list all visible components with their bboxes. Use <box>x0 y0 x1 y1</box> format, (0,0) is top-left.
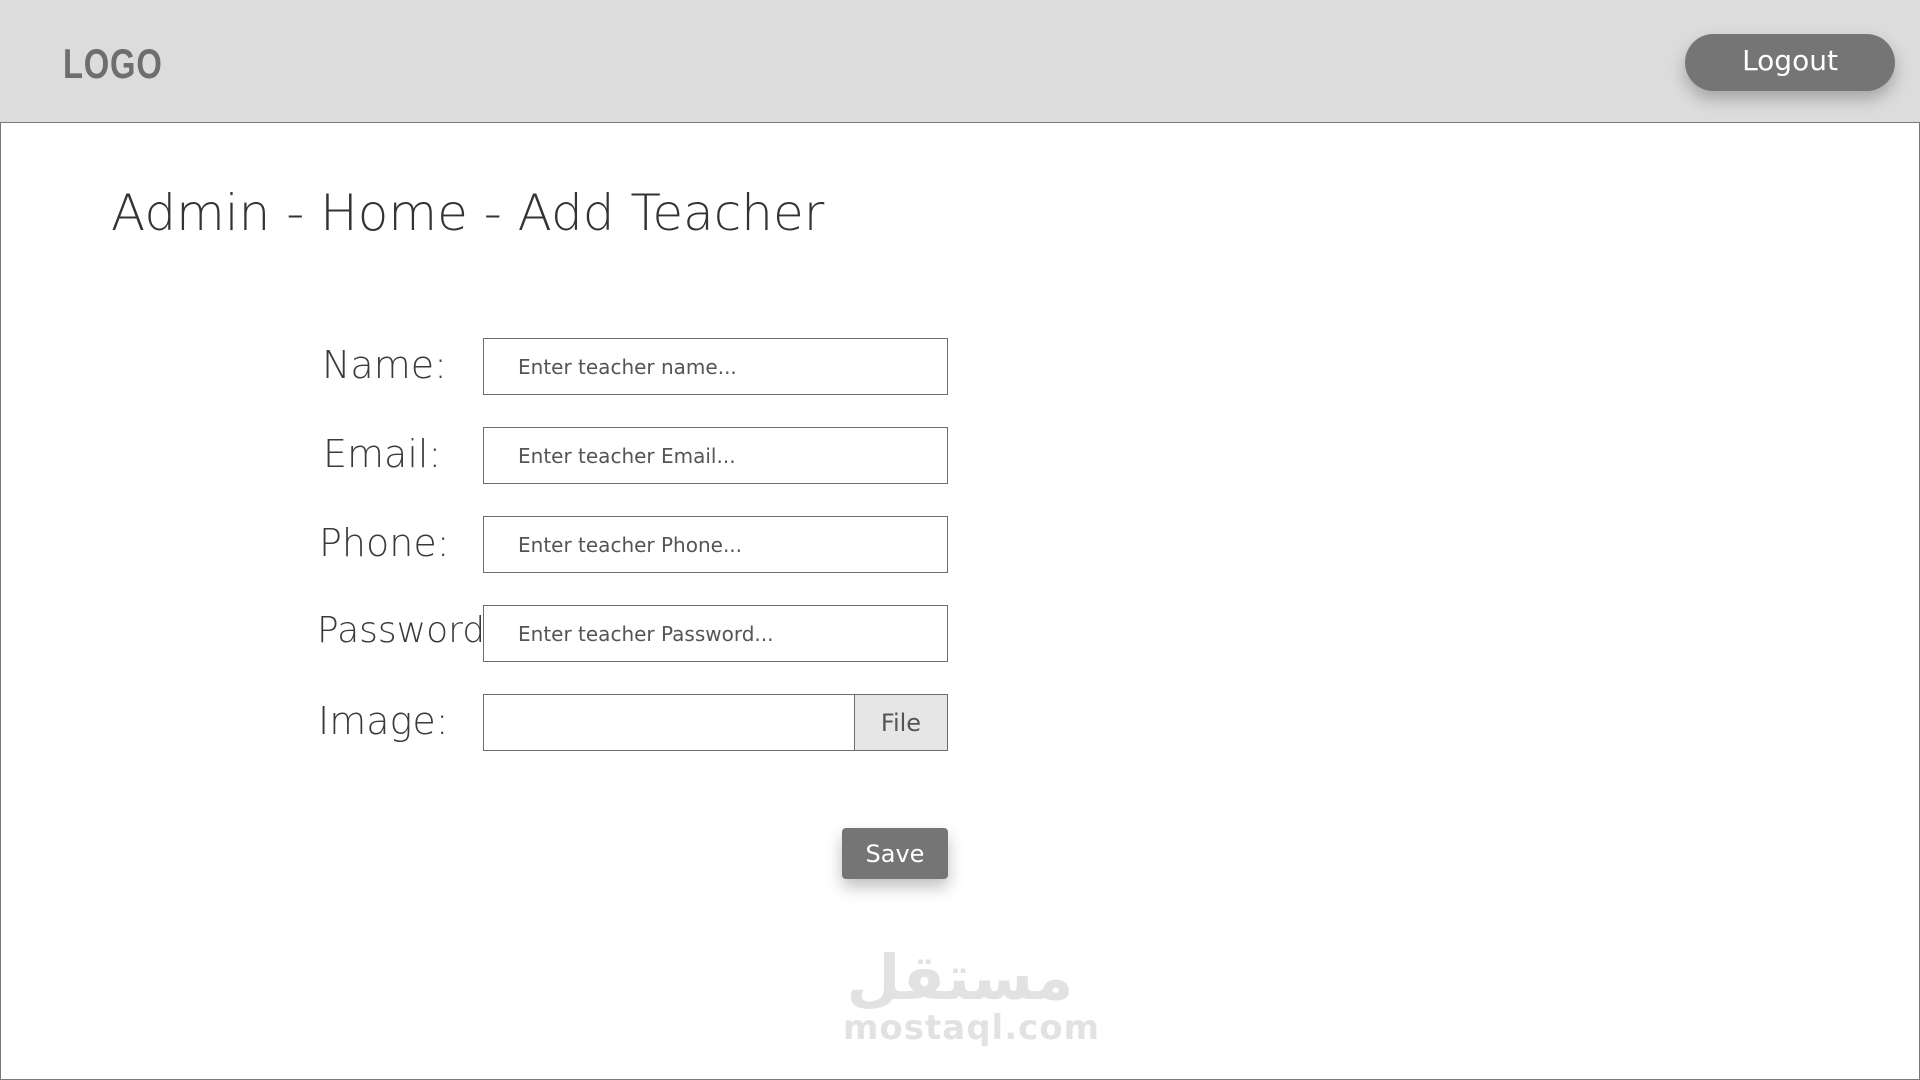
phone-input[interactable]: Enter teacher Phone... <box>483 516 948 573</box>
name-placeholder: Enter teacher name... <box>518 354 737 379</box>
file-button[interactable]: File <box>854 695 947 750</box>
page-title: Admin - Home - Add Teacher <box>111 184 825 242</box>
image-file-input[interactable]: File <box>483 694 948 751</box>
main-content-panel <box>0 122 1920 1080</box>
password-label: Password: <box>317 610 498 651</box>
image-label: Image: <box>318 699 449 743</box>
phone-placeholder: Enter teacher Phone... <box>518 532 743 557</box>
logout-button[interactable]: Logout <box>1685 34 1895 91</box>
password-input[interactable]: Enter teacher Password... <box>483 605 948 662</box>
email-input[interactable]: Enter teacher Email... <box>483 427 948 484</box>
email-placeholder: Enter teacher Email... <box>518 443 736 468</box>
password-placeholder: Enter teacher Password... <box>518 621 774 646</box>
name-label: Name: <box>322 343 447 387</box>
watermark-arabic: مستقل <box>846 941 1074 1014</box>
save-button[interactable]: Save <box>842 828 948 879</box>
watermark: مستقل mostaql.com <box>843 941 1101 1056</box>
name-input[interactable]: Enter teacher name... <box>483 338 948 395</box>
watermark-latin: mostaql.com <box>843 1008 1101 1048</box>
phone-label: Phone: <box>319 521 450 565</box>
email-label: Email: <box>323 432 442 476</box>
top-header: LOGO Logout <box>0 0 1920 122</box>
logo[interactable]: LOGO <box>63 40 163 88</box>
